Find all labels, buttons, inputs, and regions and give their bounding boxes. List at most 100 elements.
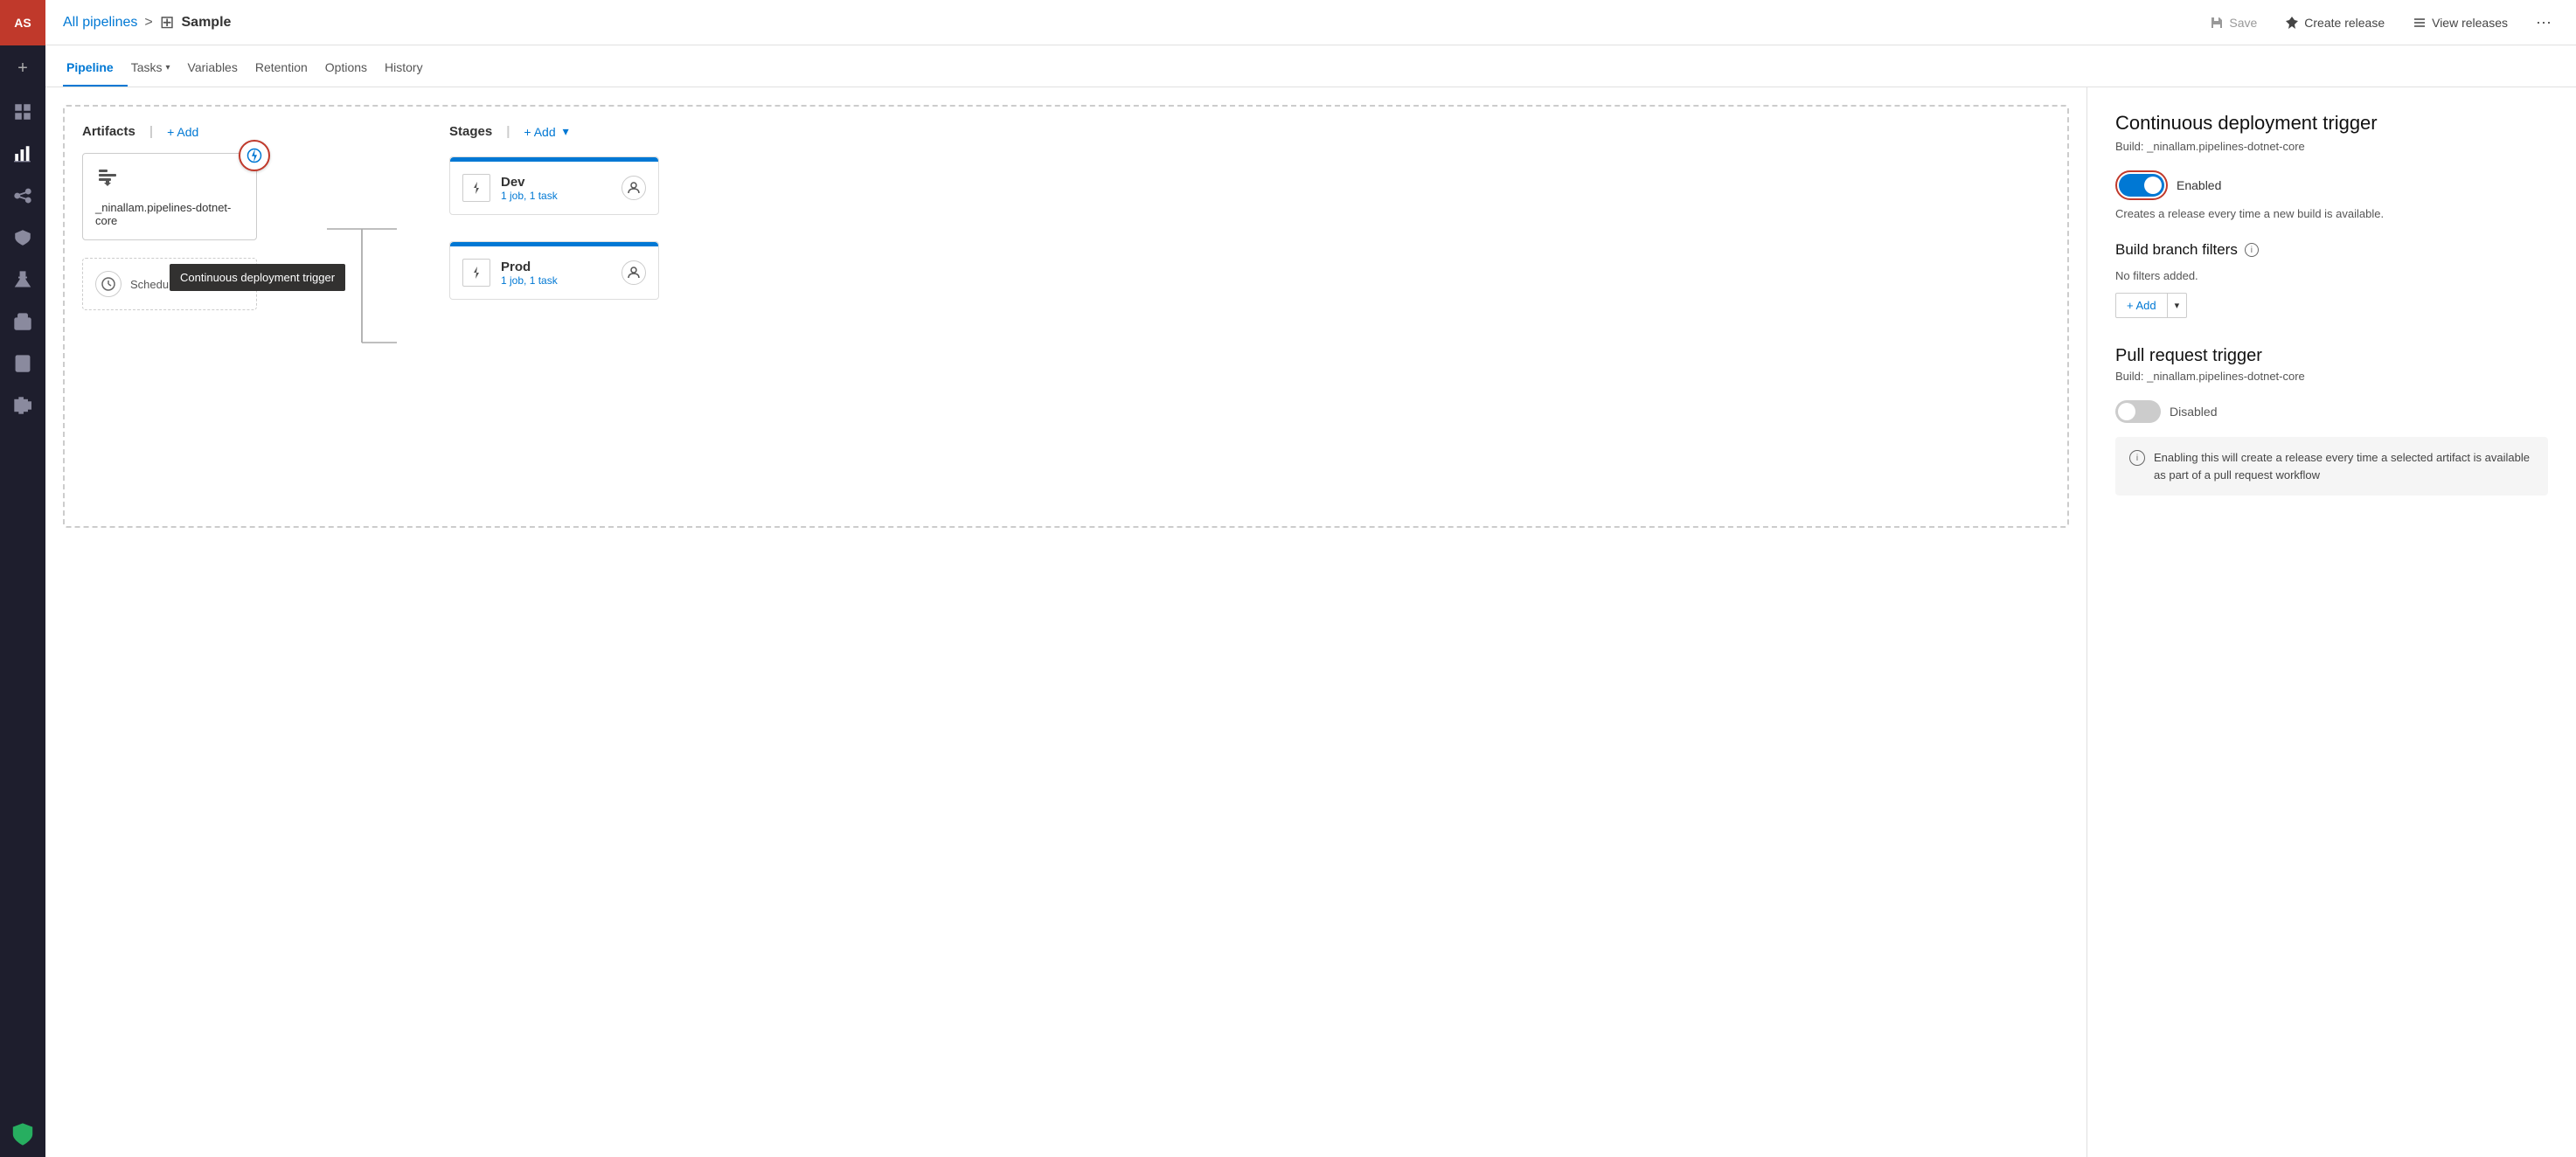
pull-request-info-box: i Enabling this will create a release ev… <box>2115 437 2548 495</box>
artifacts-label: Artifacts <box>82 124 135 139</box>
trigger-tooltip: Continuous deployment trigger <box>170 264 345 291</box>
pipeline-header-icon: ⊞ <box>160 11 175 33</box>
stage-card-body-dev: Dev 1 job, 1 task <box>450 162 658 214</box>
tab-variables[interactable]: Variables <box>184 60 252 87</box>
build-icon <box>95 166 120 191</box>
sidebar: AS + <box>0 0 45 1157</box>
build-branch-filters-info-icon[interactable]: i <box>2245 243 2259 257</box>
pipeline-name: Sample <box>182 15 232 31</box>
pull-request-subtitle: Build: _ninallam.pipelines-dotnet-core <box>2115 370 2548 383</box>
enabled-toggle-container: Enabled <box>2115 170 2548 200</box>
view-releases-button[interactable]: View releases <box>2406 12 2515 33</box>
stages-add-icon: + Add <box>524 125 555 139</box>
stages-label: Stages <box>449 124 492 139</box>
tab-retention[interactable]: Retention <box>252 60 322 87</box>
artifact-name: _ninallam.pipelines-dotnet-core <box>95 201 244 227</box>
nav-tabs: Pipeline Tasks ▾ Variables Retention Opt… <box>45 45 2576 87</box>
pipeline-diagram: Artifacts | + Add <box>63 105 2069 528</box>
sidebar-icon-deploy[interactable] <box>0 217 45 259</box>
toggle-knob <box>2144 177 2162 194</box>
lightning-icon <box>246 148 262 163</box>
no-filters-label: No filters added. <box>2115 269 2548 282</box>
add-filter-dropdown-button[interactable]: ▾ <box>2168 294 2187 316</box>
tab-pipeline[interactable]: Pipeline <box>63 60 128 87</box>
stages-header: Stages | + Add ▾ <box>449 124 2050 139</box>
sidebar-icon-library[interactable] <box>0 385 45 426</box>
tab-history[interactable]: History <box>381 60 437 87</box>
header: All pipelines > ⊞ Sample Save Create rel… <box>45 0 2576 45</box>
create-release-button[interactable]: Create release <box>2278 12 2392 33</box>
user-icon-dev <box>628 182 640 194</box>
stage-card-prod: Prod 1 job, 1 task <box>449 241 659 300</box>
toggle-wrapper <box>2115 170 2168 200</box>
stages-section: Stages | + Add ▾ <box>397 124 2050 509</box>
sidebar-icon-test[interactable] <box>0 259 45 301</box>
connector-svg <box>327 177 397 509</box>
user-icon-prod <box>628 267 640 279</box>
enabled-toggle[interactable] <box>2119 174 2164 197</box>
pull-request-toggle-label: Disabled <box>2170 405 2217 419</box>
stage-name-dev: Dev <box>501 175 611 190</box>
pull-request-info-text: Enabling this will create a release ever… <box>2154 449 2534 483</box>
stage-user-icon-prod[interactable] <box>621 260 646 285</box>
create-release-icon <box>2285 16 2299 30</box>
main-content: All pipelines > ⊞ Sample Save Create rel… <box>45 0 2576 1157</box>
panel-title: Continuous deployment trigger <box>2115 112 2548 135</box>
build-branch-filters-title: Build branch filters i <box>2115 241 2548 259</box>
tasks-dropdown-icon: ▾ <box>165 63 170 73</box>
content-area: Artifacts | + Add <box>45 87 2576 1157</box>
stages-add-chevron-icon: ▾ <box>563 124 569 139</box>
artifact-icon <box>95 166 244 196</box>
header-actions: Save Create release View releases ··· <box>2203 10 2559 35</box>
stage-user-icon-dev[interactable] <box>621 176 646 200</box>
stage-card-body-prod: Prod 1 job, 1 task <box>450 246 658 299</box>
artifacts-add-button[interactable]: + Add <box>167 125 198 139</box>
pull-request-section: Pull request trigger Build: _ninallam.pi… <box>2115 346 2548 495</box>
schedule-icon <box>95 271 122 297</box>
tab-tasks[interactable]: Tasks ▾ <box>128 60 184 87</box>
add-project-button[interactable]: + <box>0 45 45 91</box>
stage-card-dev: Dev 1 job, 1 task <box>449 156 659 215</box>
stage-jobs-prod[interactable]: 1 job, 1 task <box>501 274 611 287</box>
breadcrumb: All pipelines > ⊞ Sample <box>63 11 2196 33</box>
save-button[interactable]: Save <box>2203 12 2264 33</box>
sidebar-icon-shield[interactable] <box>0 1112 45 1157</box>
sidebar-icon-repos[interactable] <box>0 343 45 385</box>
artifacts-section: Artifacts | + Add <box>82 124 327 509</box>
pull-request-info-icon: i <box>2129 450 2145 466</box>
right-panel: Continuous deployment trigger Build: _ni… <box>2086 87 2576 1157</box>
stages-add-button[interactable]: + Add ▾ <box>524 124 568 139</box>
sidebar-icon-analytics[interactable] <box>0 133 45 175</box>
stage-name-prod: Prod <box>501 260 611 274</box>
stage-info-prod: Prod 1 job, 1 task <box>501 260 611 287</box>
pipeline-canvas: Artifacts | + Add <box>45 87 2086 1157</box>
artifact-card: _ninallam.pipelines-dotnet-core <box>82 153 257 240</box>
add-filter-main-button[interactable]: + Add <box>2116 294 2168 317</box>
toggle-description: Creates a release every time a new build… <box>2115 207 2548 220</box>
all-pipelines-link[interactable]: All pipelines <box>63 15 137 31</box>
stage-jobs-dev[interactable]: 1 job, 1 task <box>501 190 611 202</box>
pull-request-toggle-container: Disabled <box>2115 400 2548 423</box>
more-menu-button[interactable]: ··· <box>2529 10 2559 35</box>
stage-trigger-icon-prod[interactable] <box>462 259 490 287</box>
toggle-label: Enabled <box>2177 178 2221 192</box>
pull-request-toggle[interactable] <box>2115 400 2161 423</box>
stage-trigger-icon-dev[interactable] <box>462 174 490 202</box>
view-releases-icon <box>2413 16 2427 30</box>
user-avatar[interactable]: AS <box>0 0 45 45</box>
artifacts-header: Artifacts | + Add <box>82 124 327 139</box>
sidebar-icon-artifacts[interactable] <box>0 301 45 343</box>
pull-request-title: Pull request trigger <box>2115 346 2548 366</box>
breadcrumb-separator: > <box>144 15 152 31</box>
stage-lightning-icon <box>469 180 484 196</box>
build-branch-filters-label: Build branch filters <box>2115 241 2238 259</box>
artifacts-divider: | <box>149 124 153 139</box>
tab-options[interactable]: Options <box>322 60 381 87</box>
trigger-button[interactable] <box>239 140 270 171</box>
sidebar-icon-boards[interactable] <box>0 91 45 133</box>
stages-divider: | <box>506 124 510 139</box>
save-icon <box>2210 16 2224 30</box>
sidebar-icon-pipelines[interactable] <box>0 175 45 217</box>
clock-icon <box>101 277 115 291</box>
pull-request-toggle-knob <box>2118 403 2135 420</box>
